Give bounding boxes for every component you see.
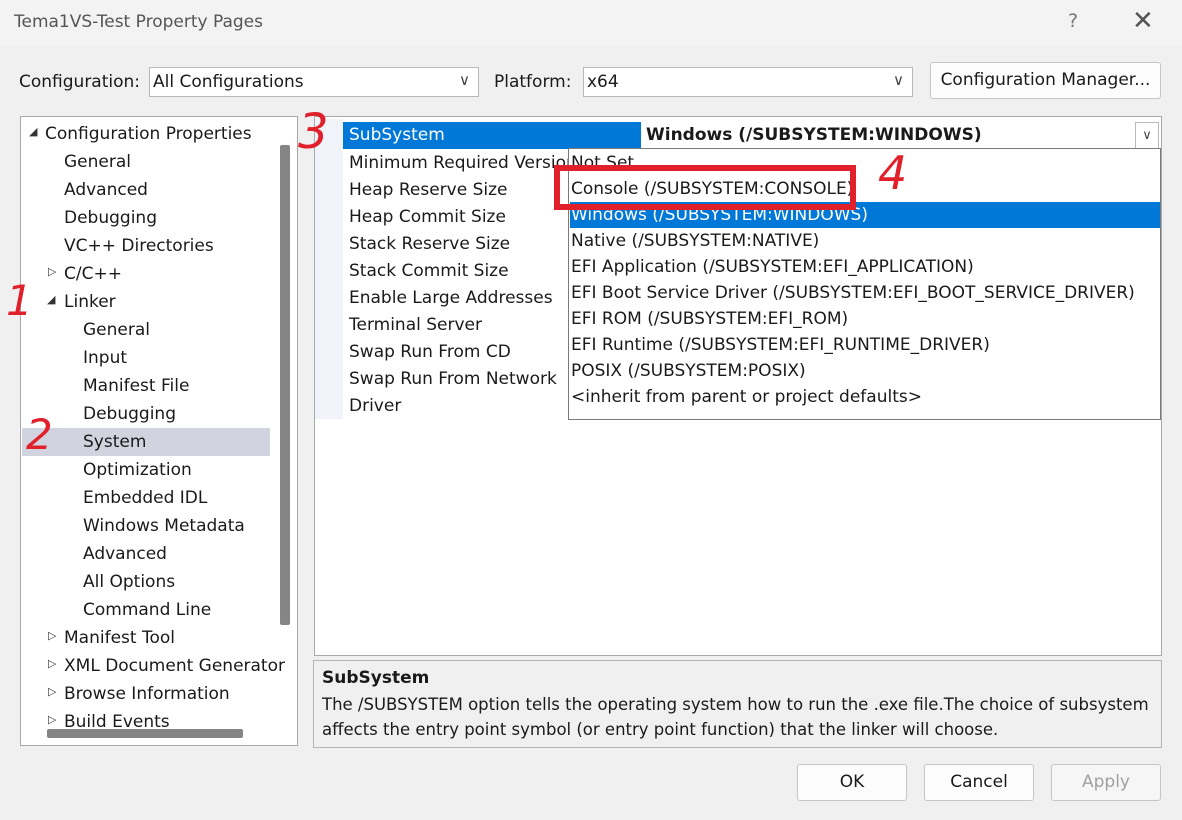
tree-item-browse-information[interactable]: Browse Information	[64, 680, 230, 708]
tree-item-linker-system[interactable]: System	[83, 428, 146, 456]
chevron-down-icon: ∨	[893, 71, 904, 89]
property-name-subsystem: SubSystem	[349, 125, 445, 145]
chevron-down-icon: ∨	[459, 71, 470, 89]
tree-item-linker[interactable]: Linker	[64, 288, 116, 316]
dropdown-option-native[interactable]: Native (/SUBSYSTEM:NATIVE)	[571, 228, 819, 254]
property-row-terminal-server[interactable]: Terminal Server	[349, 312, 482, 339]
window-title: Tema1VS-Test Property Pages	[14, 12, 263, 32]
tree-item-linker-input[interactable]: Input	[83, 344, 127, 372]
tree-item-xml-document-generator[interactable]: XML Document Generator	[64, 652, 285, 680]
annotation-number-3: 3	[298, 104, 329, 160]
cancel-button[interactable]: Cancel	[924, 764, 1034, 801]
platform-value: x64	[587, 72, 619, 92]
tree-item-linker-embedded-idl[interactable]: Embedded IDL	[83, 484, 207, 512]
property-row-minimum-required-version[interactable]: Minimum Required Version	[349, 150, 577, 177]
configuration-select[interactable]: All Configurations ∨	[149, 67, 479, 97]
dropdown-option-efi-boot-service-driver[interactable]: EFI Boot Service Driver (/SUBSYSTEM:EFI_…	[571, 280, 1135, 306]
expanded-arrow-icon[interactable]: ◢	[47, 293, 55, 306]
close-icon[interactable]: ✕	[1132, 6, 1154, 36]
property-row-enable-large-addresses[interactable]: Enable Large Addresses	[349, 285, 553, 312]
property-row-heap-commit-size[interactable]: Heap Commit Size	[349, 204, 506, 231]
tree-item-linker-advanced[interactable]: Advanced	[83, 540, 167, 568]
title-bar: Tema1VS-Test Property Pages ? ✕	[0, 0, 1182, 46]
property-row-swap-run-from-cd[interactable]: Swap Run From CD	[349, 339, 511, 366]
property-row-heap-reserve-size[interactable]: Heap Reserve Size	[349, 177, 508, 204]
grid-gutter	[315, 119, 343, 419]
tree-item-linker-all-options[interactable]: All Options	[83, 568, 175, 596]
tree-item-advanced[interactable]: Advanced	[64, 176, 148, 204]
collapsed-arrow-icon[interactable]: ▷	[48, 685, 56, 698]
tree-item-cpp[interactable]: C/C++	[64, 260, 122, 288]
configuration-label: Configuration:	[19, 72, 141, 92]
vertical-scrollbar[interactable]	[280, 145, 290, 625]
expanded-arrow-icon[interactable]: ◢	[29, 125, 37, 138]
description-text-line2: affects the entry point symbol (or entry…	[322, 720, 999, 739]
tree-item-linker-windows-metadata[interactable]: Windows Metadata	[83, 512, 245, 540]
annotation-number-4: 4	[878, 146, 908, 200]
tree-item-linker-debugging[interactable]: Debugging	[83, 400, 176, 428]
description-text-line1: The /SUBSYSTEM option tells the operatin…	[322, 695, 1149, 714]
tree-item-vc-directories[interactable]: VC++ Directories	[64, 232, 214, 260]
dropdown-option-efi-rom[interactable]: EFI ROM (/SUBSYSTEM:EFI_ROM)	[571, 306, 848, 332]
tree-item-debugging[interactable]: Debugging	[64, 204, 157, 232]
property-row-swap-run-from-network[interactable]: Swap Run From Network	[349, 366, 557, 393]
configuration-value: All Configurations	[153, 72, 304, 92]
description-title: SubSystem	[322, 668, 430, 688]
property-row-driver[interactable]: Driver	[349, 393, 401, 420]
collapsed-arrow-icon[interactable]: ▷	[48, 265, 56, 278]
subsystem-dropdown-button[interactable]: ∨	[1135, 122, 1159, 149]
property-tree: ◢ Configuration Properties General Advan…	[20, 116, 298, 746]
property-value-subsystem[interactable]: Windows (/SUBSYSTEM:WINDOWS)	[646, 122, 982, 149]
annotation-number-2: 2	[26, 410, 53, 459]
tree-item-configuration-properties[interactable]: Configuration Properties	[45, 120, 252, 148]
tree-item-linker-manifest-file[interactable]: Manifest File	[83, 372, 189, 400]
tree-item-general[interactable]: General	[64, 148, 131, 176]
description-panel: SubSystem The /SUBSYSTEM option tells th…	[313, 660, 1162, 748]
collapsed-arrow-icon[interactable]: ▷	[48, 629, 56, 642]
dropdown-option-posix[interactable]: POSIX (/SUBSYSTEM:POSIX)	[571, 358, 806, 384]
dropdown-option-efi-runtime[interactable]: EFI Runtime (/SUBSYSTEM:EFI_RUNTIME_DRIV…	[571, 332, 990, 358]
property-row-subsystem[interactable]: SubSystem	[343, 122, 641, 149]
apply-button[interactable]: Apply	[1051, 764, 1161, 801]
tree-item-linker-optimization[interactable]: Optimization	[83, 456, 192, 484]
configuration-manager-button[interactable]: Configuration Manager...	[930, 62, 1161, 99]
tree-item-linker-general[interactable]: General	[83, 316, 150, 344]
platform-select[interactable]: x64 ∨	[583, 67, 913, 97]
dropdown-option-efi-application[interactable]: EFI Application (/SUBSYSTEM:EFI_APPLICAT…	[571, 254, 974, 280]
dropdown-option-inherit[interactable]: <inherit from parent or project defaults…	[571, 384, 922, 410]
platform-label: Platform:	[494, 72, 572, 92]
tree-item-manifest-tool[interactable]: Manifest Tool	[64, 624, 175, 652]
property-row-stack-commit-size[interactable]: Stack Commit Size	[349, 258, 509, 285]
help-icon[interactable]: ?	[1068, 10, 1078, 32]
annotation-highlight-box	[554, 165, 856, 210]
property-row-stack-reserve-size[interactable]: Stack Reserve Size	[349, 231, 510, 258]
tree-item-linker-command-line[interactable]: Command Line	[83, 596, 211, 624]
horizontal-scrollbar[interactable]	[47, 729, 243, 738]
collapsed-arrow-icon[interactable]: ▷	[48, 713, 56, 726]
ok-button[interactable]: OK	[797, 764, 907, 801]
annotation-number-1: 1	[6, 276, 33, 325]
collapsed-arrow-icon[interactable]: ▷	[48, 657, 56, 670]
